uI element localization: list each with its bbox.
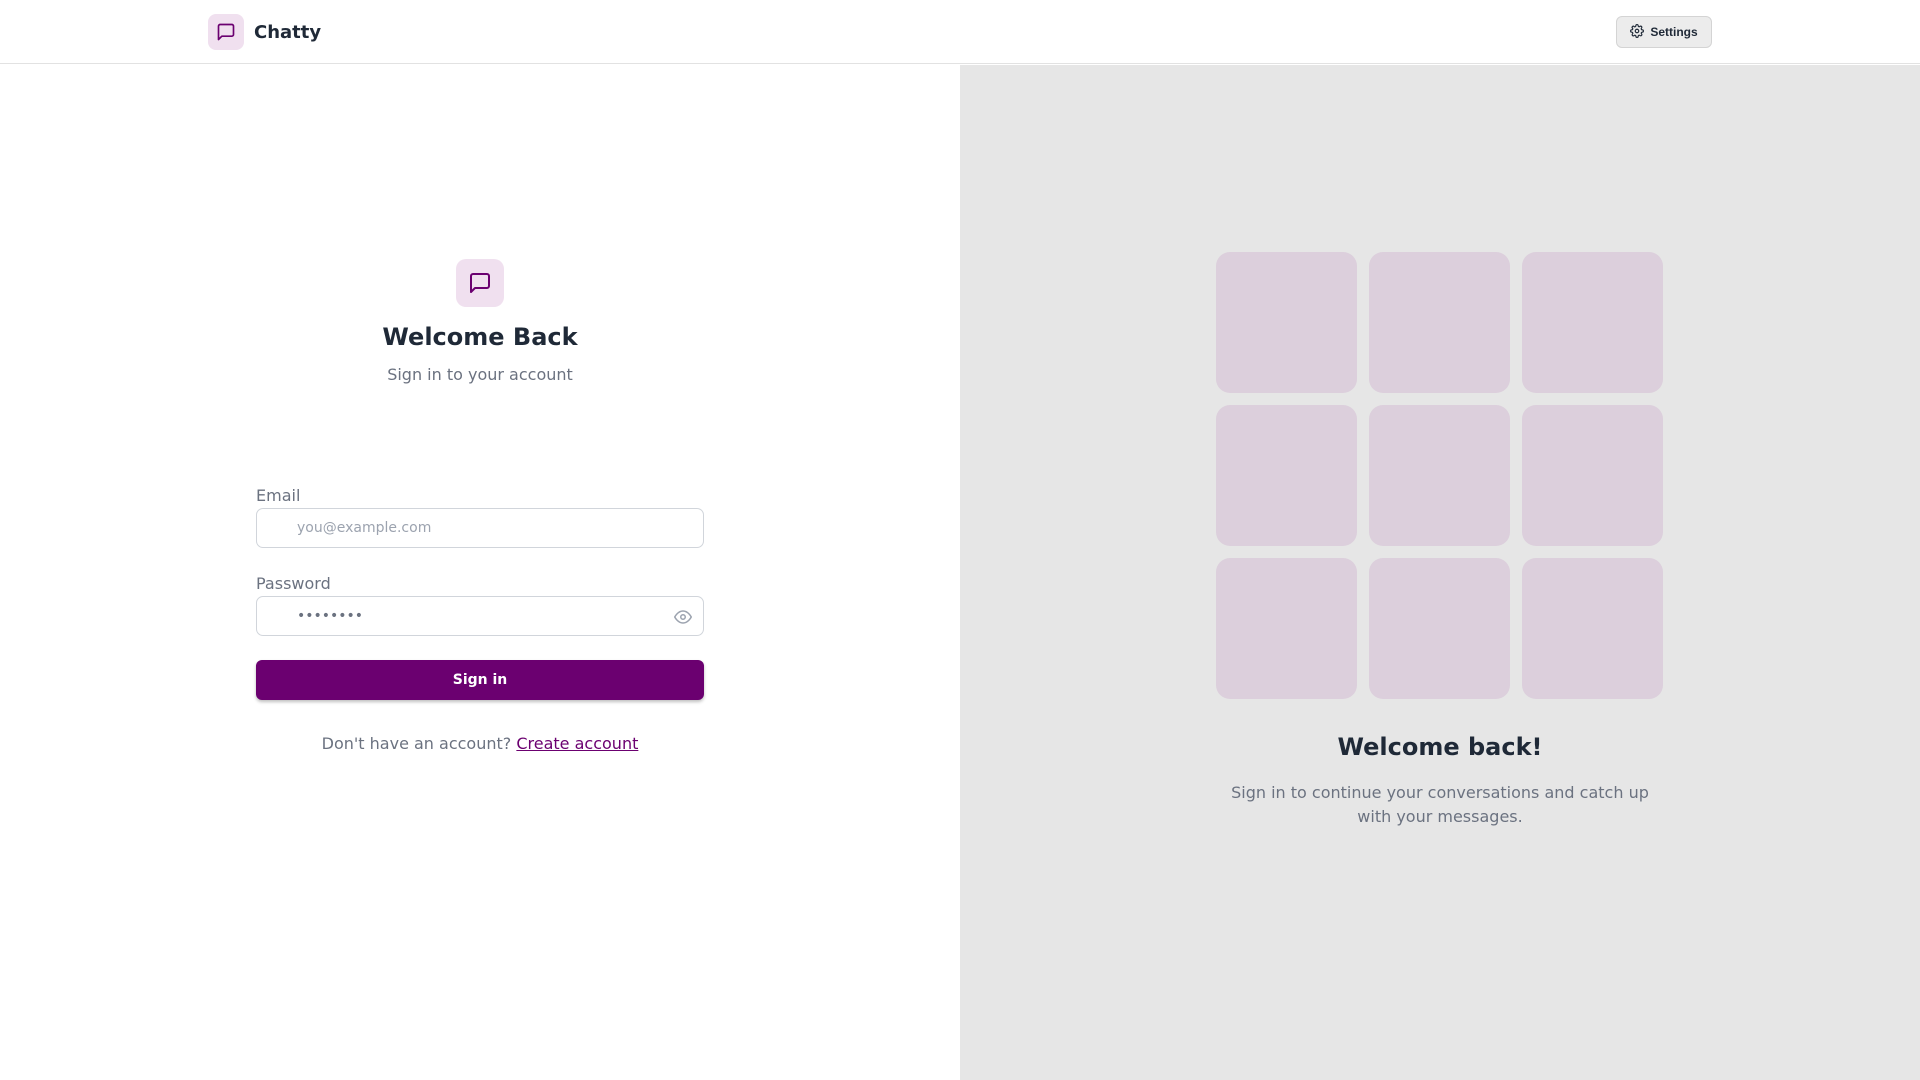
pattern-tile (1216, 558, 1357, 699)
pattern-tile (1522, 558, 1663, 699)
pattern-tile (1216, 405, 1357, 546)
eye-icon[interactable] (673, 607, 693, 627)
page-subtitle: Sign in to your account (387, 365, 573, 384)
pattern-tile (1216, 252, 1357, 393)
settings-button[interactable]: Settings (1616, 16, 1712, 48)
password-input[interactable] (297, 597, 657, 635)
brand-name: Chatty (254, 21, 322, 43)
settings-label: Settings (1650, 25, 1698, 39)
gear-icon (1630, 23, 1645, 41)
pattern-tile (1369, 252, 1510, 393)
email-label: Email (256, 486, 301, 505)
brand[interactable]: Chatty (208, 14, 321, 50)
login-pane (0, 65, 960, 1080)
signup-prompt-text: Don't have an account? (321, 734, 512, 753)
password-field[interactable] (256, 596, 704, 636)
top-navbar: Chatty Settings (0, 0, 1920, 64)
promo-text: Sign in to continue your conversations a… (1231, 783, 1649, 826)
message-square-icon (208, 14, 244, 50)
signup-prompt: Don't have an account? Create account (0, 734, 960, 753)
pattern-tile (1369, 405, 1510, 546)
pattern-tile (1369, 558, 1510, 699)
page-title: Welcome Back (382, 323, 578, 351)
create-account-link[interactable]: Create account (516, 734, 638, 753)
sign-in-button[interactable]: Sign in (256, 660, 704, 700)
tile-grid (1216, 252, 1664, 700)
email-field[interactable] (256, 508, 704, 548)
email-input[interactable] (297, 509, 657, 547)
password-label: Password (256, 574, 331, 593)
pattern-tile (1522, 252, 1663, 393)
promo-title: Welcome back! (1337, 733, 1543, 761)
pattern-tile (1522, 405, 1663, 546)
message-square-icon (456, 259, 504, 307)
